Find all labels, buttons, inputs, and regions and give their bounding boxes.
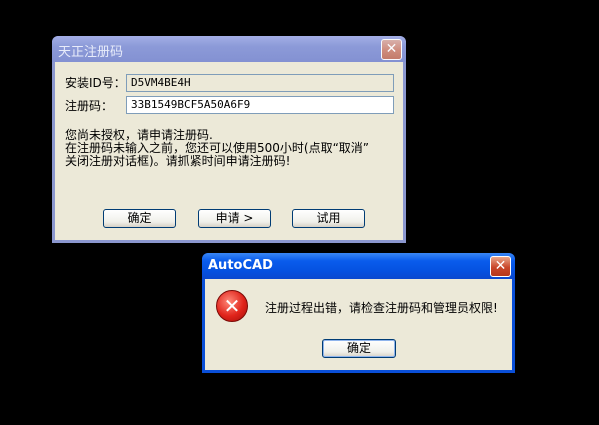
autocad-error-titlebar[interactable]: AutoCAD ✕: [202, 253, 515, 279]
error-icon-glyph: ✕: [223, 294, 241, 318]
apply-button[interactable]: 申请 >: [198, 209, 271, 228]
register-dialog-body: 安装ID号： D5VM4BE4H 注册码： 33B1549BCF5A50A6F9…: [55, 62, 403, 240]
reg-code-input[interactable]: 33B1549BCF5A50A6F9: [126, 96, 394, 114]
register-dialog: 天正注册码 ✕ 安装ID号： D5VM4BE4H 注册码： 33B1549BCF…: [52, 36, 406, 243]
notice-line-2: 在注册码未输入之前，您还可以使用500小时(点取“取消”: [65, 141, 370, 155]
trial-button[interactable]: 试用: [292, 209, 365, 228]
reg-code-label: 注册码：: [65, 99, 114, 113]
autocad-error-title: AutoCAD: [208, 258, 273, 273]
install-id-field[interactable]: D5VM4BE4H: [126, 74, 394, 92]
error-icon: ✕: [216, 290, 248, 322]
error-ok-button[interactable]: 确定: [322, 339, 396, 358]
register-dialog-titlebar[interactable]: 天正注册码 ✕: [52, 36, 406, 62]
notice-line-1: 您尚未授权，请申请注册码.: [65, 128, 213, 142]
error-message: 注册过程出错，请检查注册码和管理员权限!: [265, 301, 498, 315]
autocad-error-body: ✕ 注册过程出错，请检查注册码和管理员权限! 确定: [205, 279, 512, 370]
close-icon[interactable]: ✕: [490, 256, 511, 277]
ok-button[interactable]: 确定: [103, 209, 176, 228]
autocad-error-dialog: AutoCAD ✕ ✕ 注册过程出错，请检查注册码和管理员权限! 确定: [202, 253, 515, 373]
close-icon[interactable]: ✕: [381, 39, 402, 60]
notice-line-3: 关闭注册对话框)。请抓紧时间申请注册码!: [65, 154, 291, 168]
install-id-label: 安装ID号：: [65, 76, 126, 90]
register-dialog-title: 天正注册码: [58, 45, 124, 60]
